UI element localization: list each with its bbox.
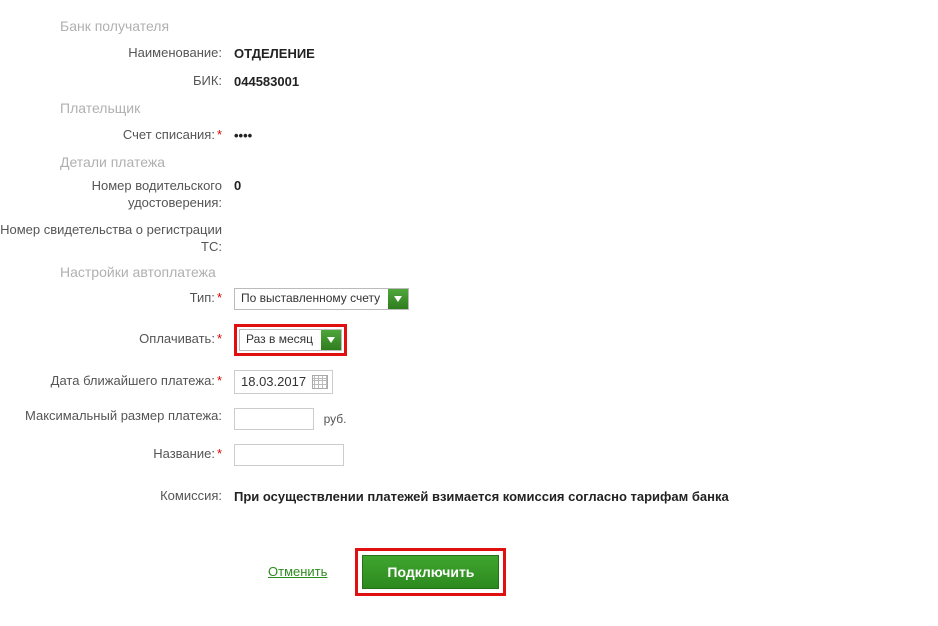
submit-button[interactable]: Подключить [362,555,499,589]
row-reg-cert: Номер свидетельства о регистрации ТС: [0,222,938,256]
row-name: Наименование: ОТДЕЛЕНИЕ [0,42,938,64]
type-select-value: По выставленному счету [235,289,388,309]
label-title: Название:* [0,446,228,463]
row-debit-account: Счет списания:* •••• [0,124,938,146]
label-reg-cert: Номер свидетельства о регистрации ТС: [0,222,228,256]
label-commission: Комиссия: [0,488,228,505]
actions-bar: Отменить Подключить [0,548,938,596]
row-commission: Комиссия: При осуществлении платежей взи… [0,486,938,508]
type-select[interactable]: По выставленному счету [234,288,409,310]
value-bik: 044583001 [228,74,299,89]
row-type: Тип:* По выставленному счету [0,288,938,310]
label-next-date: Дата ближайшего платежа:* [0,373,228,390]
pay-select[interactable]: Раз в месяц [239,329,342,351]
next-date-input[interactable]: 18.03.2017 [234,370,333,394]
row-license-number: Номер водительского удостоверения: 0 [0,178,938,212]
row-bik: БИК: 044583001 [0,70,938,92]
label-type: Тип:* [0,290,228,307]
row-title: Название:* [0,444,938,466]
max-amount-input[interactable] [234,408,314,430]
value-debit-account: •••• [228,128,252,143]
currency-unit: руб. [324,412,347,426]
chevron-down-icon [388,289,408,309]
label-license-number: Номер водительского удостоверения: [0,178,228,212]
label-pay: Оплачивать:* [0,331,228,348]
value-name: ОТДЕЛЕНИЕ [228,46,315,61]
value-commission: При осуществлении платежей взимается ком… [228,489,729,504]
label-debit-account: Счет списания:* [0,127,228,144]
row-pay: Оплачивать:* Раз в месяц [0,324,938,356]
row-next-date: Дата ближайшего платежа:* 18.03.2017 [0,370,938,394]
label-max-amount: Максимальный размер платежа: [0,408,228,425]
next-date-value: 18.03.2017 [241,374,306,389]
highlight-submit: Подключить [355,548,506,596]
section-payer: Плательщик [60,100,938,116]
section-autopay: Настройки автоплатежа [60,264,938,280]
label-name: Наименование: [0,45,228,62]
pay-select-value: Раз в месяц [240,330,321,350]
row-max-amount: Максимальный размер платежа: руб. [0,408,938,430]
calendar-icon[interactable] [312,375,328,389]
section-payment-details: Детали платежа [60,154,938,170]
section-recipient-bank: Банк получателя [60,18,938,34]
label-bik: БИК: [0,73,228,90]
value-license-number: 0 [228,178,241,193]
chevron-down-icon [321,330,341,350]
cancel-link[interactable]: Отменить [268,564,327,579]
title-input[interactable] [234,444,344,466]
highlight-pay-select: Раз в месяц [234,324,347,356]
